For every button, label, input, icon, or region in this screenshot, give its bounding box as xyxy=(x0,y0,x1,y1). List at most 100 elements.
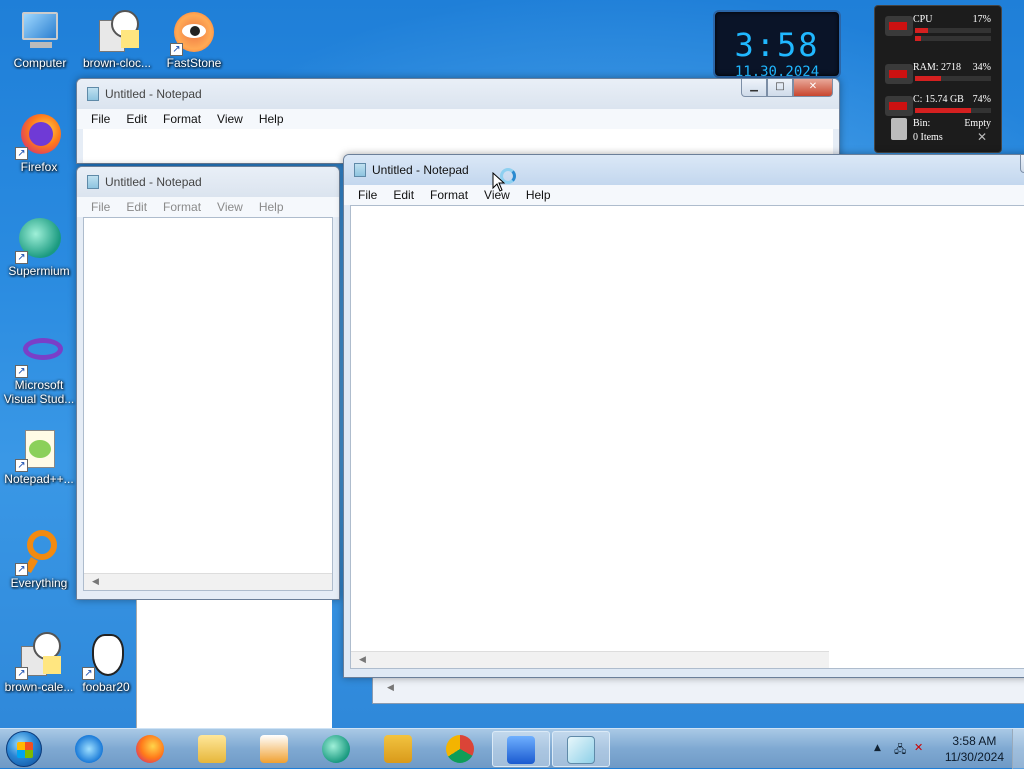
ram-meter: RAM: 2718 34% xyxy=(879,58,997,92)
taskbar-media-player[interactable] xyxy=(245,731,303,767)
editor-area[interactable]: ◀ xyxy=(83,217,333,591)
chrome-icon xyxy=(446,735,474,763)
clock-gadget[interactable]: 3:58 11.30.2024 xyxy=(713,10,841,80)
taskbar-chrome[interactable] xyxy=(431,731,489,767)
horizontal-scrollbar[interactable]: ◀ xyxy=(84,573,332,590)
faststone-eye-icon: ↗ xyxy=(170,8,218,56)
menu-view[interactable]: View xyxy=(209,197,251,217)
desktop-icon-brown-calendar[interactable]: ↗ brown-cale... xyxy=(0,632,78,694)
recycle-bin-meter: Bin: Empty 0 Items ✕ xyxy=(879,116,997,150)
desktop-icon-computer[interactable]: Computer xyxy=(1,8,79,70)
system-tray: ▲ 🖧 ✕ 3:58 AM 11/30/2024 xyxy=(864,729,1024,769)
taskbar-app-blue[interactable] xyxy=(492,731,550,767)
cpu-icon xyxy=(885,16,913,36)
visual-studio-icon: ↗ xyxy=(15,330,63,378)
desktop-icon-firefox[interactable]: ↗ Firefox xyxy=(0,112,78,174)
computer-icon xyxy=(16,8,64,56)
menu-edit[interactable]: Edit xyxy=(118,109,155,129)
menu-bar: File Edit Format View Help xyxy=(77,197,339,217)
taskbar-supermium[interactable] xyxy=(307,731,365,767)
foobar-icon: ↗ xyxy=(82,632,130,680)
taskbar-internet-explorer[interactable] xyxy=(60,731,118,767)
cpu-meter: CPU 17% xyxy=(879,10,997,44)
gadget-time: 3:58 xyxy=(734,26,820,64)
menu-file[interactable]: File xyxy=(83,197,118,217)
background-window-scrollbar[interactable]: ◀ xyxy=(372,676,1024,704)
background-window-fragment xyxy=(136,600,332,728)
taskbar-firefox[interactable] xyxy=(121,731,179,767)
text-editor[interactable]: ◀ xyxy=(350,205,1024,669)
scroll-left-arrow-icon[interactable]: ◀ xyxy=(387,683,394,693)
desktop-icon-notepadpp[interactable]: ↗ Notepad++... xyxy=(0,424,78,486)
taskbar: ▲ 🖧 ✕ 3:58 AM 11/30/2024 xyxy=(0,728,1024,769)
menu-format[interactable]: Format xyxy=(155,197,209,217)
firefox-icon: ↗ xyxy=(15,112,63,160)
network-icon[interactable]: 🖧 xyxy=(894,741,906,760)
notepad-window-back[interactable]: Untitled - Notepad ▁ □ ✕ File Edit Forma… xyxy=(76,78,840,164)
taskbar-clock[interactable]: 3:58 AM 11/30/2024 xyxy=(945,733,1004,765)
empty-bin-x-icon[interactable]: ✕ xyxy=(977,130,987,145)
menu-file[interactable]: File xyxy=(83,109,118,129)
desktop-icon-visual-studio[interactable]: ↗ Microsoft Visual Stud... xyxy=(0,330,78,406)
minimize-button[interactable]: ▁ xyxy=(741,79,767,97)
show-hidden-icons-icon[interactable]: ▲ xyxy=(874,743,881,753)
scroll-left-arrow-icon[interactable]: ◀ xyxy=(359,655,366,665)
menu-bar: File Edit Format View Help xyxy=(77,109,839,129)
notepad-icon xyxy=(354,163,366,177)
menu-help[interactable]: Help xyxy=(251,197,292,217)
taskbar-notepad[interactable] xyxy=(552,731,610,767)
start-button[interactable] xyxy=(6,731,42,767)
clock-time: 3:58 AM xyxy=(952,734,997,748)
taskbar-save-disk[interactable] xyxy=(369,731,427,767)
menu-format[interactable]: Format xyxy=(422,185,476,205)
horizontal-scrollbar[interactable]: ◀ xyxy=(351,651,829,668)
maximize-button[interactable]: □ xyxy=(767,79,793,97)
notepad-icon xyxy=(87,87,99,101)
menu-help[interactable]: Help xyxy=(518,185,559,205)
volume-muted-icon[interactable]: ✕ xyxy=(914,741,923,754)
cpu-bar xyxy=(915,28,991,33)
notepad-icon xyxy=(567,736,595,764)
notepad-window-active[interactable]: Untitled - Notepad ▁ File Edit Format Vi… xyxy=(343,154,1024,678)
desktop-icon-brown-clock[interactable]: brown-cloc... xyxy=(78,8,156,70)
desktop-icon-foobar[interactable]: ↗ foobar20 xyxy=(76,632,136,694)
show-desktop-button[interactable] xyxy=(1012,729,1024,769)
window-titlebar[interactable]: Untitled - Notepad xyxy=(77,167,339,197)
clock-calculator-icon xyxy=(93,8,141,56)
window-titlebar[interactable]: Untitled - Notepad ▁ xyxy=(344,155,1024,185)
internet-explorer-icon xyxy=(75,735,103,763)
app-blue-icon xyxy=(507,736,535,764)
recycle-bin-icon xyxy=(891,118,907,140)
menu-edit[interactable]: Edit xyxy=(118,197,155,217)
mouse-cursor-icon xyxy=(492,172,506,192)
desktop-icon-supermium[interactable]: ↗ Supermium xyxy=(0,216,78,278)
notepad-window-middle[interactable]: Untitled - Notepad File Edit Format View… xyxy=(76,166,340,600)
supermium-icon xyxy=(322,735,350,763)
notepadpp-icon: ↗ xyxy=(15,424,63,472)
clock-date: 11/30/2024 xyxy=(944,750,1004,764)
window-titlebar[interactable]: Untitled - Notepad ▁ □ ✕ xyxy=(77,79,839,109)
supermium-icon: ↗ xyxy=(15,216,63,264)
disk-bar xyxy=(915,108,991,113)
file-explorer-icon xyxy=(198,735,226,763)
menu-bar: File Edit Format View Help xyxy=(344,185,1024,205)
save-disk-icon xyxy=(384,735,412,763)
menu-edit[interactable]: Edit xyxy=(385,185,422,205)
menu-view[interactable]: View xyxy=(209,109,251,129)
disk-icon xyxy=(885,96,913,116)
media-player-icon xyxy=(260,735,288,763)
notepad-icon xyxy=(87,175,99,189)
desktop-icon-everything[interactable]: ↗ Everything xyxy=(0,528,78,590)
calendar-clock-icon: ↗ xyxy=(15,632,63,680)
scroll-left-arrow-icon[interactable]: ◀ xyxy=(92,577,99,587)
firefox-icon xyxy=(136,735,164,763)
menu-format[interactable]: Format xyxy=(155,109,209,129)
ram-bar xyxy=(915,76,991,81)
menu-help[interactable]: Help xyxy=(251,109,292,129)
close-button[interactable]: ✕ xyxy=(793,79,833,97)
taskbar-file-explorer[interactable] xyxy=(183,731,241,767)
menu-file[interactable]: File xyxy=(350,185,385,205)
desktop-icon-faststone[interactable]: ↗ FastStone xyxy=(155,8,233,70)
system-meter-gadget[interactable]: CPU 17% RAM: 2718 34% C: 15.74 GB 74% Bi… xyxy=(874,5,1002,153)
minimize-button[interactable]: ▁ xyxy=(1020,155,1024,173)
